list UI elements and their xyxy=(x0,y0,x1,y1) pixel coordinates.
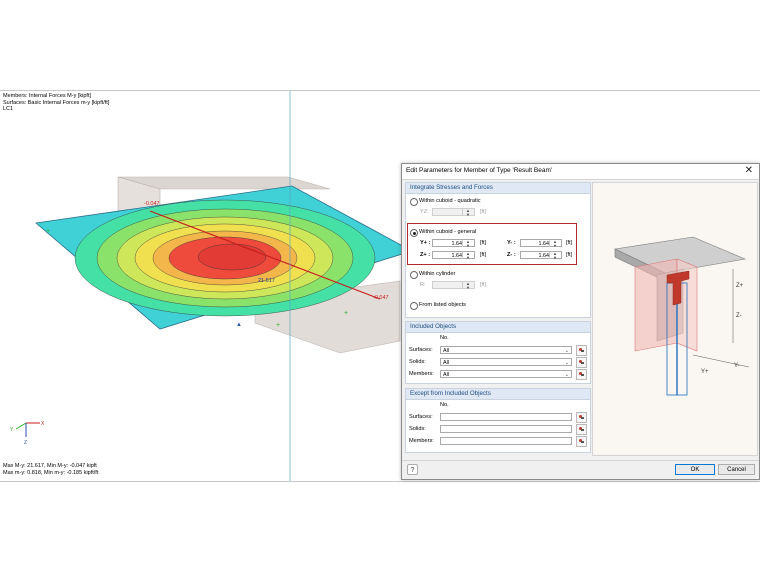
r-input[interactable]: ▲ ▼ xyxy=(432,281,475,289)
radio-cuboid-quadratic[interactable] xyxy=(410,198,418,206)
left-value-label: -0.047 xyxy=(144,201,160,207)
except-members-label: Members: xyxy=(409,438,434,444)
right-value-label: -0.047 xyxy=(373,295,389,301)
contour-band-7 xyxy=(197,243,267,271)
included-solids-value: All xyxy=(443,360,449,366)
included-no-header: No. xyxy=(440,335,449,341)
support-marker-4: ▲ xyxy=(236,322,242,328)
included-objects-panel: Included Objects No. Surfaces: All ⌄ Soli… xyxy=(405,321,591,384)
axis-z-label: Z xyxy=(24,440,27,446)
included-header: Included Objects xyxy=(406,322,590,333)
except-members-input[interactable] xyxy=(440,437,572,445)
pick-members-except-icon[interactable] xyxy=(576,436,587,447)
integrate-header: Integrate Stresses and Forces xyxy=(406,183,590,194)
result-beam-preview-graphic: Z+ Z- Y+ Y- xyxy=(613,236,750,396)
r-spinner[interactable]: ▲ ▼ xyxy=(462,282,473,289)
except-solids-input[interactable] xyxy=(440,425,572,433)
chevron-down-icon: ⌄ xyxy=(564,372,569,378)
except-surfaces-input[interactable] xyxy=(440,413,572,421)
r-unit: [ft] xyxy=(480,282,486,288)
center-value-label: 21.617 xyxy=(258,278,275,284)
included-solids-label: Solids: xyxy=(409,359,426,365)
yz-unit: [ft] xyxy=(480,209,486,215)
axis-y-label: Y xyxy=(10,427,14,433)
help-icon[interactable]: ? xyxy=(407,464,418,475)
except-no-header: No. xyxy=(440,402,449,408)
included-members-select[interactable]: All ⌄ xyxy=(440,370,572,378)
label-r: R: xyxy=(420,282,426,288)
info-line-surfaces: Surfaces: Basic Internal Forces m-y [kip… xyxy=(3,99,110,106)
preview-zplus-label: Z+ xyxy=(736,283,744,289)
pick-surfaces-except-icon[interactable] xyxy=(576,412,587,423)
yz-input[interactable]: ▲ ▼ xyxy=(432,208,475,216)
dialog-titlebar[interactable]: Edit Parameters for Member of Type 'Resu… xyxy=(402,164,759,180)
info-line-loadcase: LC1 xyxy=(3,106,14,113)
radio-cylinder[interactable] xyxy=(410,271,418,279)
close-icon[interactable]: ✕ xyxy=(745,165,753,176)
included-surfaces-label: Surfaces: xyxy=(409,347,433,353)
preview-yminus-label: Y- xyxy=(734,363,739,369)
included-surfaces-select[interactable]: All ⌄ xyxy=(440,346,572,354)
except-solids-label: Solids: xyxy=(409,426,426,432)
pick-solids-included-icon[interactable] xyxy=(576,357,587,368)
cancel-button[interactable]: Cancel xyxy=(718,464,755,475)
support-marker-3: + xyxy=(344,310,348,317)
pick-surfaces-included-icon[interactable] xyxy=(576,345,587,356)
except-objects-panel: Except from Included Objects No. Surface… xyxy=(405,388,591,453)
yz-spinner[interactable]: ▲ ▼ xyxy=(462,209,473,216)
preview-dim-line-2 xyxy=(692,354,750,368)
included-surfaces-value: All xyxy=(443,348,449,354)
preview-cuboid xyxy=(634,258,678,352)
label-yz: YZ: xyxy=(420,209,429,215)
footer-line-surfaces: Max m-y: 0.818, Min m-y: -0.185 kipft/ft xyxy=(3,469,99,476)
integrate-panel: Integrate Stresses and Forces Within cub… xyxy=(405,182,591,318)
label-cylinder: Within cylinder xyxy=(419,271,456,277)
label-cuboid-quadratic: Within cuboid - quadratic xyxy=(419,198,481,204)
axis-y-line xyxy=(15,422,27,430)
dialog-title: Edit Parameters for Member of Type 'Resu… xyxy=(406,167,553,174)
pick-members-included-icon[interactable] xyxy=(576,369,587,380)
chevron-down-icon: ⌄ xyxy=(564,348,569,354)
ok-button[interactable]: OK xyxy=(675,464,715,475)
dialog-button-bar: ? OK Cancel xyxy=(402,460,759,479)
label-listed-objects: From listed objects xyxy=(419,302,466,308)
included-members-label: Members: xyxy=(409,371,434,377)
general-highlight-box xyxy=(407,223,577,265)
radio-listed-objects[interactable] xyxy=(410,302,418,310)
support-marker-2: + xyxy=(276,322,280,329)
preview-zminus-label: Z- xyxy=(736,313,742,319)
support-marker-1: + xyxy=(46,228,50,235)
axis-x-label: X xyxy=(41,421,45,427)
except-surfaces-label: Surfaces: xyxy=(409,414,433,420)
result-info-header: Members: Internal Forces M-y [kipft] Sur… xyxy=(3,93,109,113)
pick-solids-except-icon[interactable] xyxy=(576,424,587,435)
preview-yplus-label: Y+ xyxy=(701,369,709,375)
except-header: Except from Included Objects xyxy=(406,389,590,400)
chevron-down-icon: ⌄ xyxy=(564,360,569,366)
preview-image: Z+ Z- Y+ Y- xyxy=(592,182,758,456)
edit-parameters-dialog: Edit Parameters for Member of Type 'Resu… xyxy=(401,163,760,480)
info-line-members: Members: Internal Forces M-y [kipft] xyxy=(3,93,92,99)
result-info-footer: Max M-y: 21.617, Min M-y: -0.047 kipft M… xyxy=(3,463,98,476)
included-solids-select[interactable]: All ⌄ xyxy=(440,358,572,366)
included-members-value: All xyxy=(443,372,449,378)
footer-line-members: Max M-y: 21.617, Min M-y: -0.047 kipft xyxy=(3,463,97,469)
